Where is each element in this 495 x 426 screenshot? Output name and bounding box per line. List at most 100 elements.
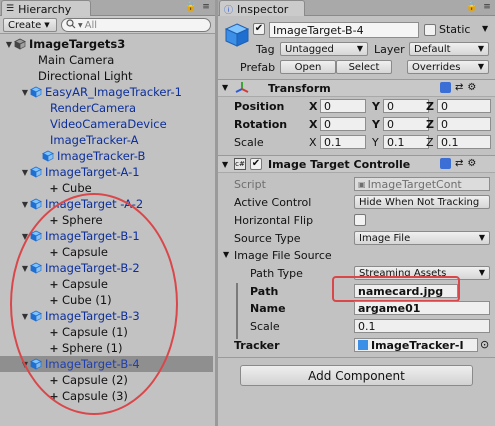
settings-gear-icon[interactable]: ⚙ bbox=[467, 82, 476, 93]
source-type-dropdown[interactable]: Image File ▼ bbox=[354, 231, 490, 245]
hierarchy-row[interactable]: + Capsule bbox=[0, 244, 213, 260]
hierarchy-row-label: ImageTarget -A-2 bbox=[45, 197, 144, 211]
hierarchy-target-row[interactable]: ▼ ImageTarget-A-1 bbox=[0, 164, 213, 180]
transform-x-field[interactable]: 0 bbox=[320, 117, 366, 131]
hierarchy-tab[interactable]: ☰ Hierarchy bbox=[1, 0, 91, 16]
transform-x-field[interactable]: 0 bbox=[320, 99, 366, 113]
active-control-value: Hide When Not Tracking bbox=[359, 196, 480, 208]
hierarchy-row[interactable]: Main Camera bbox=[0, 52, 213, 68]
transform-y-field[interactable]: 0.1 bbox=[383, 135, 429, 149]
expand-arrow-icon[interactable]: ▼ bbox=[222, 83, 228, 92]
menu-icon[interactable]: ≡ bbox=[483, 2, 491, 12]
hierarchy-row[interactable]: ImageTracker-B bbox=[0, 148, 213, 164]
path-field[interactable]: namecard.jpg bbox=[354, 284, 458, 298]
expand-arrow-icon[interactable]: ▼ bbox=[223, 250, 229, 259]
path-label: Path bbox=[250, 285, 279, 298]
transform-z-field[interactable]: 0.1 bbox=[437, 135, 491, 149]
hierarchy-search-input[interactable]: ▼ All bbox=[61, 18, 211, 32]
component-enabled-checkbox[interactable]: ✔ bbox=[250, 158, 262, 170]
expand-arrow-icon[interactable]: ▼ bbox=[222, 160, 228, 169]
axis-z-label[interactable]: Z bbox=[426, 136, 434, 149]
hierarchy-row[interactable]: + Cube bbox=[0, 180, 213, 196]
static-checkbox[interactable] bbox=[424, 24, 436, 36]
preset-icon[interactable]: ⇄ bbox=[455, 82, 463, 93]
hierarchy-row[interactable]: RenderCamera bbox=[0, 100, 213, 116]
transform-row-label: Rotation bbox=[234, 118, 288, 131]
added-override-plus-icon: + bbox=[49, 277, 59, 291]
static-dropdown-icon[interactable]: ▼ bbox=[482, 24, 488, 33]
transform-row-label: Scale bbox=[234, 136, 264, 149]
transform-x-value: 0 bbox=[324, 117, 331, 131]
axis-x-label[interactable]: X bbox=[309, 100, 317, 113]
axis-y-label[interactable]: Y bbox=[372, 136, 379, 149]
hierarchy-row-label: VideoCameraDevice bbox=[50, 117, 167, 131]
hierarchy-row[interactable]: ImageTracker-A bbox=[0, 132, 213, 148]
path-type-dropdown[interactable]: Streaming Assets ▼ bbox=[354, 266, 490, 280]
hierarchy-target-row[interactable]: ▼ ImageTarget -A-2 bbox=[0, 196, 213, 212]
hierarchy-row[interactable]: + Capsule (2) bbox=[0, 372, 213, 388]
help-book-icon[interactable] bbox=[440, 82, 451, 93]
expand-arrow-icon[interactable]: ▼ bbox=[20, 360, 30, 369]
hierarchy-row[interactable]: Directional Light bbox=[0, 68, 213, 84]
inspector-tab[interactable]: ⓘ Inspector bbox=[219, 0, 305, 16]
name-field[interactable]: argame01 bbox=[354, 301, 490, 315]
hierarchy-row[interactable]: + Sphere (1) bbox=[0, 340, 213, 356]
expand-arrow-icon[interactable]: ▼ bbox=[20, 200, 30, 209]
hierarchy-row[interactable]: + Capsule bbox=[0, 276, 213, 292]
transform-z-field[interactable]: 0 bbox=[437, 99, 491, 113]
hierarchy-target-row[interactable]: ▼ ImageTarget-B-3 bbox=[0, 308, 213, 324]
layer-dropdown[interactable]: Default ▼ bbox=[409, 42, 489, 56]
object-picker-icon[interactable]: ⊙ bbox=[480, 338, 489, 351]
axis-y-label[interactable]: Y bbox=[372, 118, 380, 131]
horizontal-flip-checkbox[interactable] bbox=[354, 214, 366, 226]
axis-x-label[interactable]: X bbox=[309, 136, 317, 149]
transform-header-controls: ⇄ ⚙ bbox=[440, 82, 476, 93]
override-bar bbox=[236, 283, 238, 339]
help-book-icon[interactable] bbox=[440, 158, 451, 169]
axis-z-label[interactable]: Z bbox=[426, 118, 434, 131]
hierarchy-target-row[interactable]: ▼ ImageTarget-B-4 bbox=[0, 356, 213, 372]
active-checkbox[interactable]: ✔ bbox=[253, 23, 265, 35]
expand-arrow-icon[interactable]: ▼ bbox=[20, 88, 30, 97]
hierarchy-row[interactable]: VideoCameraDevice bbox=[0, 116, 213, 132]
prefab-open-button[interactable]: Open bbox=[280, 60, 336, 74]
settings-gear-icon[interactable]: ⚙ bbox=[467, 158, 476, 169]
expand-arrow-icon[interactable]: ▼ bbox=[20, 264, 30, 273]
script-value: ImageTargetCont bbox=[367, 177, 462, 191]
expand-arrow-icon[interactable]: ▼ bbox=[20, 232, 30, 241]
transform-y-field[interactable]: 0 bbox=[383, 117, 429, 131]
transform-x-field[interactable]: 0.1 bbox=[320, 135, 366, 149]
lock-icon[interactable]: 🔒 bbox=[466, 2, 477, 12]
horizontal-flip-label: Horizontal Flip bbox=[234, 214, 314, 227]
hierarchy-target-row[interactable]: ▼ ImageTarget-B-1 bbox=[0, 228, 213, 244]
prefab-cube-icon bbox=[42, 150, 54, 162]
prefab-overrides-dropdown[interactable]: Overrides ▼ bbox=[407, 60, 489, 74]
expand-arrow-icon[interactable]: ▼ bbox=[20, 312, 30, 321]
hierarchy-target-row[interactable]: ▼ ImageTarget-B-2 bbox=[0, 260, 213, 276]
hierarchy-row[interactable]: + Cube (1) bbox=[0, 292, 213, 308]
transform-y-field[interactable]: 0 bbox=[383, 99, 429, 113]
add-component-button[interactable]: Add Component bbox=[240, 365, 473, 386]
menu-icon[interactable]: ≡ bbox=[202, 2, 210, 12]
axis-x-label[interactable]: X bbox=[309, 118, 317, 131]
active-control-dropdown[interactable]: Hide When Not Tracking bbox=[354, 195, 490, 209]
object-name-field[interactable]: ImageTarget-B-4 bbox=[269, 22, 419, 38]
hierarchy-row[interactable]: ▼ EasyAR_ImageTracker-1 bbox=[0, 84, 213, 100]
preset-icon[interactable]: ⇄ bbox=[455, 158, 463, 169]
expand-arrow-icon[interactable]: ▼ bbox=[20, 168, 30, 177]
axis-y-label[interactable]: Y bbox=[372, 100, 380, 113]
scene-row[interactable]: ▼ ImageTargets3 bbox=[0, 36, 213, 52]
tag-dropdown[interactable]: Untagged ▼ bbox=[280, 42, 368, 56]
expand-arrow-icon[interactable]: ▼ bbox=[4, 40, 14, 49]
transform-z-field[interactable]: 0 bbox=[437, 117, 491, 131]
hierarchy-row[interactable]: + Capsule (3) bbox=[0, 388, 213, 404]
scale-field[interactable]: 0.1 bbox=[354, 319, 490, 333]
hierarchy-row-label: ImageTracker-A bbox=[50, 133, 139, 147]
hierarchy-row[interactable]: + Capsule (1) bbox=[0, 324, 213, 340]
hierarchy-row[interactable]: + Sphere bbox=[0, 212, 213, 228]
prefab-select-button[interactable]: Select bbox=[336, 60, 392, 74]
axis-z-label[interactable]: Z bbox=[426, 100, 434, 113]
create-button[interactable]: Create ▼ bbox=[3, 18, 57, 32]
tracker-field[interactable]: ImageTracker-I bbox=[354, 338, 478, 352]
lock-icon[interactable]: 🔒 bbox=[185, 2, 196, 12]
